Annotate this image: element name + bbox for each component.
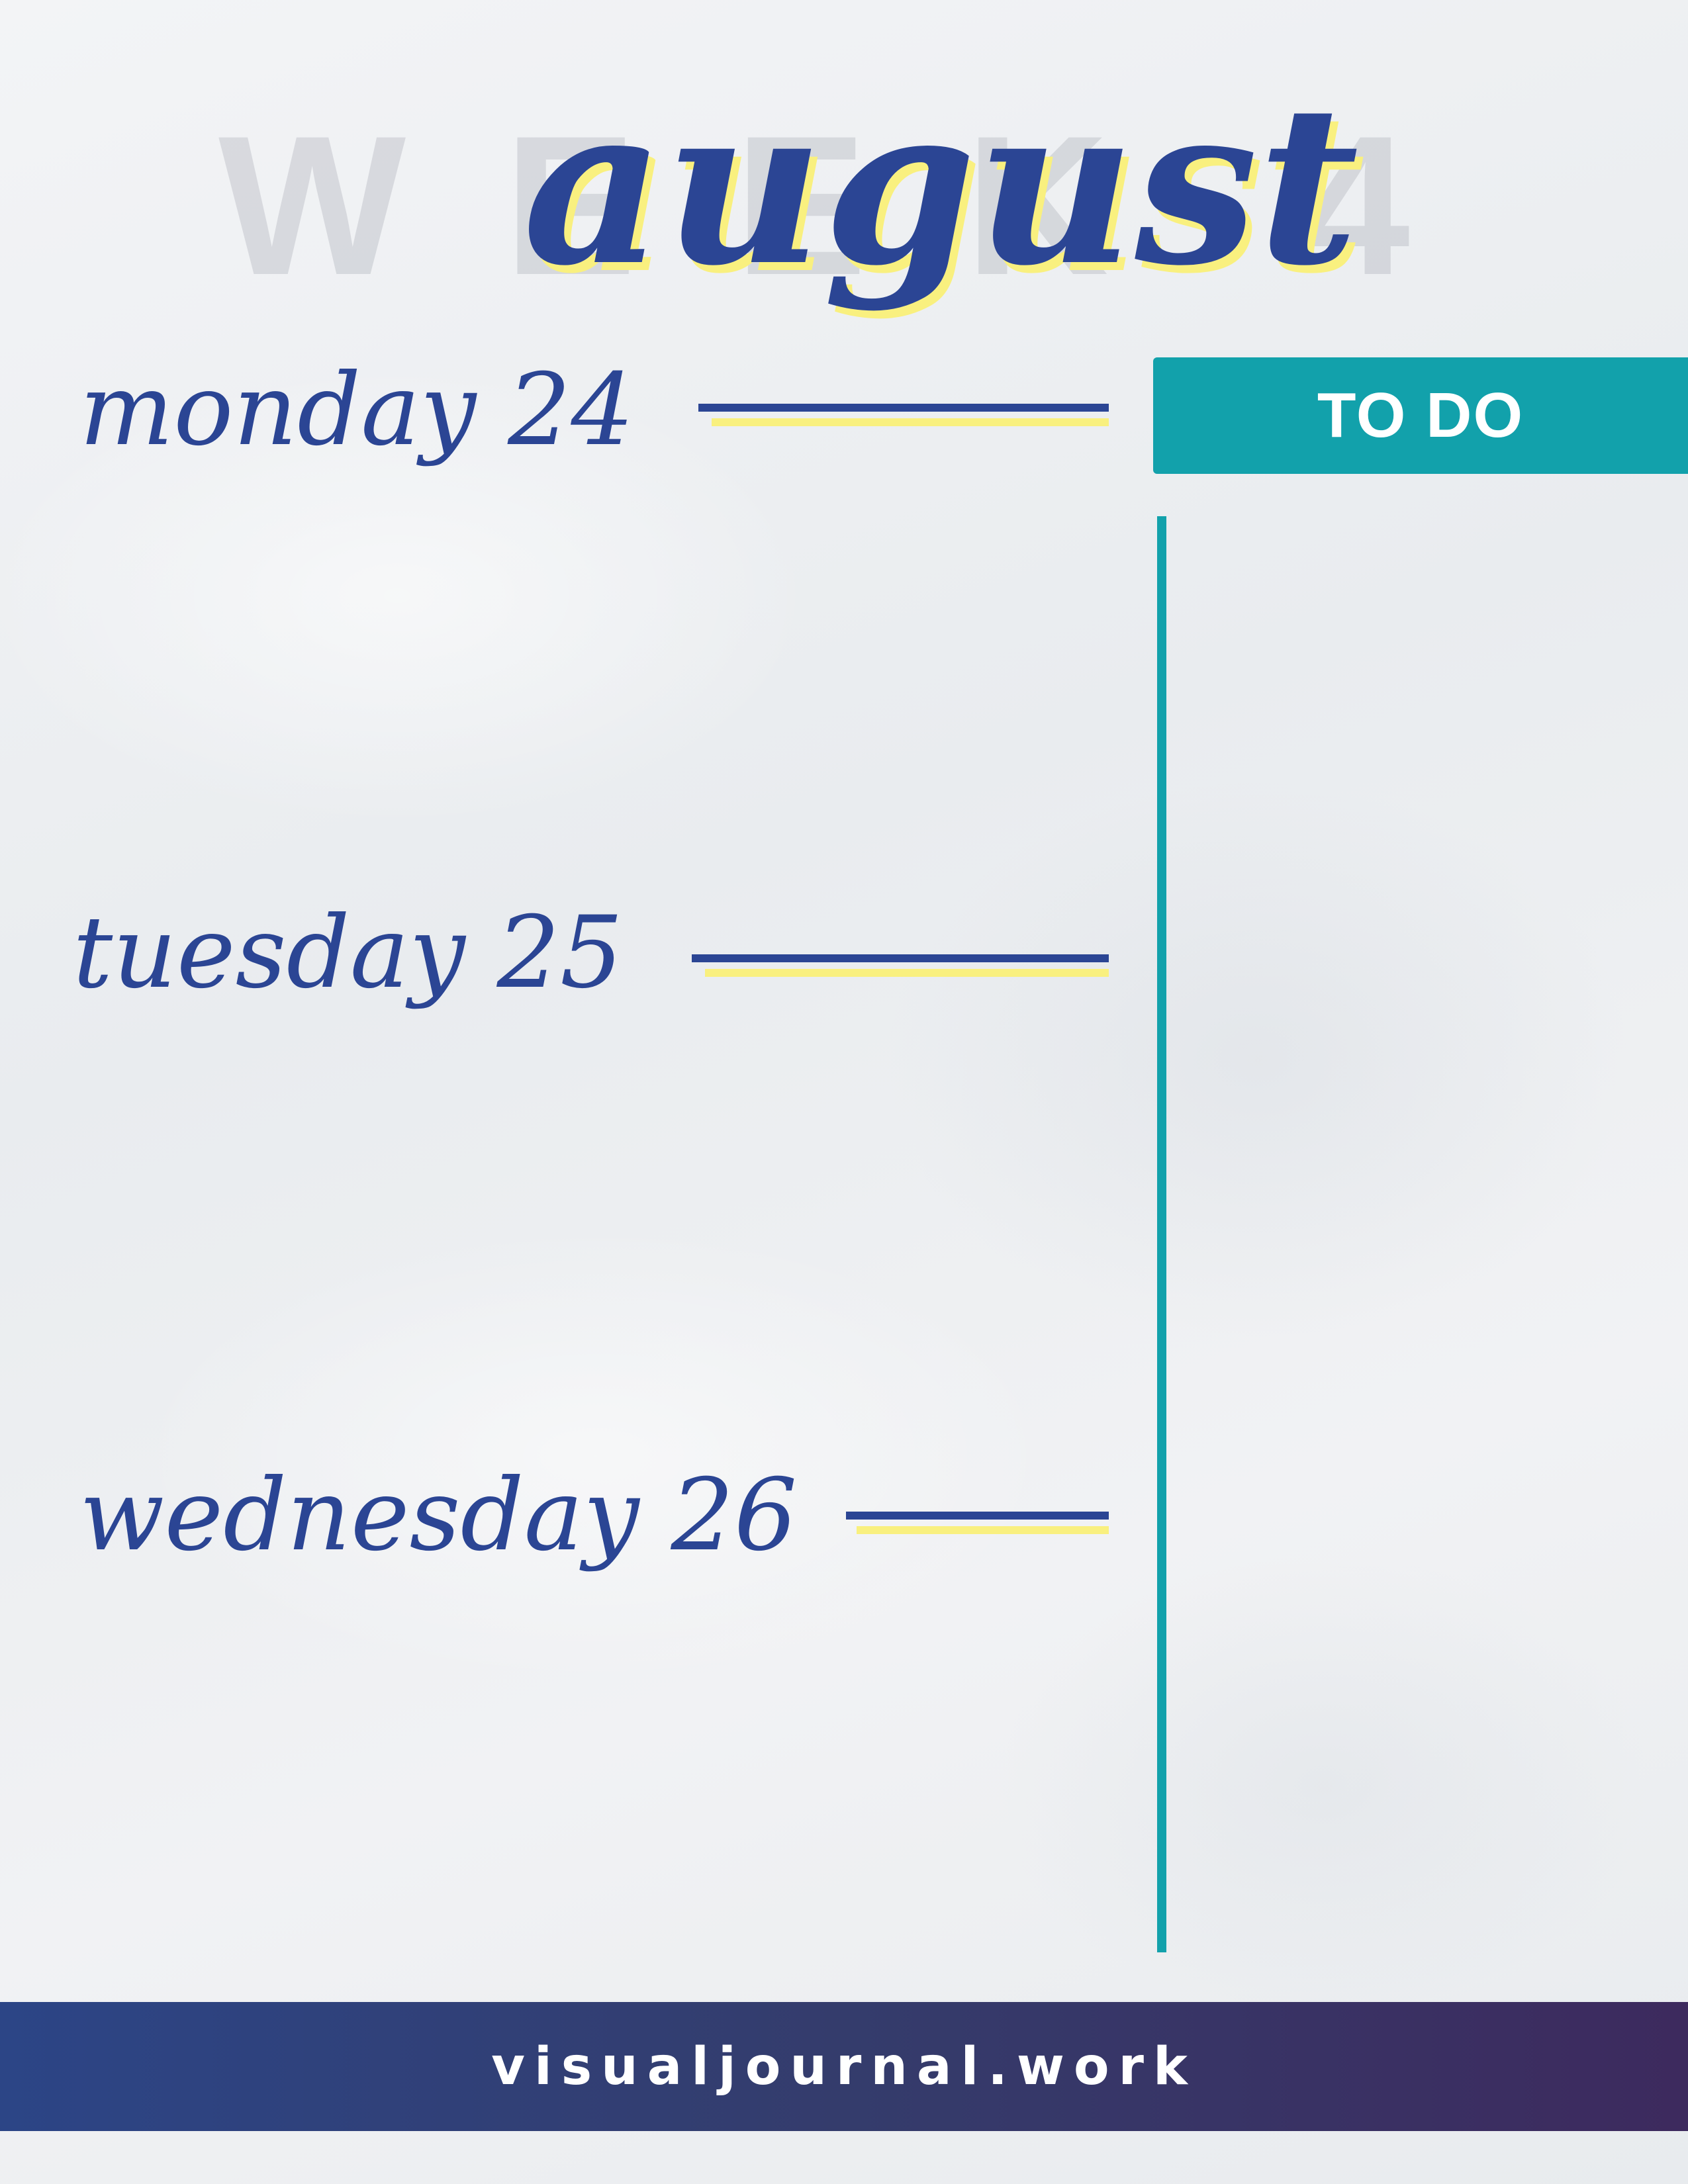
monday-rule — [698, 404, 1109, 426]
paper-background — [0, 0, 1688, 2184]
todo-header: TO DO — [1153, 357, 1688, 474]
day-label-tuesday: tuesday 25 — [73, 895, 624, 1011]
todo-label: TO DO — [1317, 380, 1524, 451]
tuesday-rule — [692, 954, 1109, 977]
rule-line-yellow — [712, 418, 1109, 426]
footer-website: visualjournal.work — [491, 2036, 1197, 2097]
rule-line-yellow — [705, 969, 1109, 977]
rule-line-blue — [698, 404, 1109, 412]
month-title: august — [523, 57, 1359, 314]
rule-line-yellow — [857, 1526, 1109, 1534]
todo-divider-line — [1157, 516, 1166, 1952]
footer-banner: visualjournal.work — [0, 2002, 1688, 2131]
rule-line-blue — [846, 1512, 1109, 1520]
watermark-letter: W — [218, 94, 406, 316]
rule-line-blue — [692, 954, 1109, 962]
wednesday-rule — [846, 1512, 1109, 1534]
day-label-wednesday: wednesday 26 — [79, 1458, 798, 1573]
day-label-monday: monday 24 — [79, 353, 634, 468]
